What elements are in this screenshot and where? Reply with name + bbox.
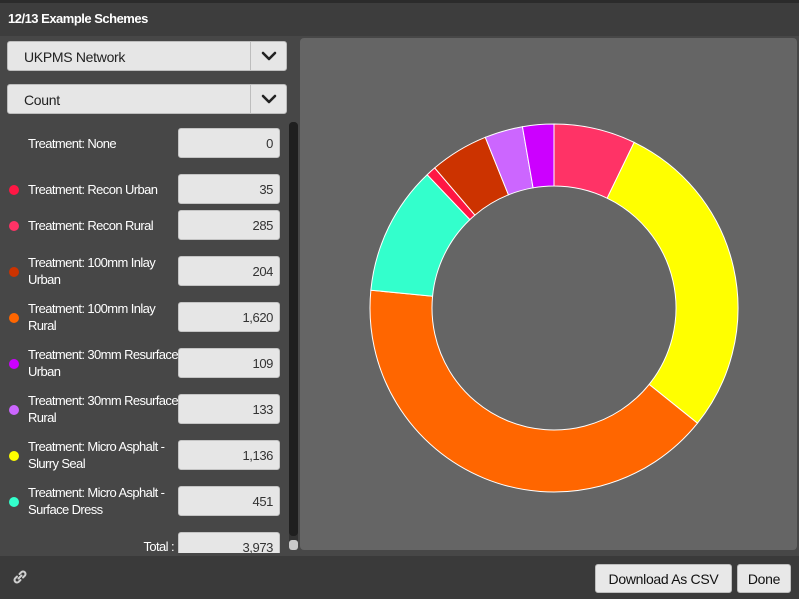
legend-row: Treatment: Micro Asphalt - Slurry Seal 1… xyxy=(0,436,290,476)
link-icon[interactable] xyxy=(11,568,29,591)
measure-dropdown[interactable]: Count xyxy=(7,84,287,114)
scrollbar-handle[interactable] xyxy=(289,540,298,550)
total-value: 3,973 xyxy=(178,532,280,553)
legend-label: Treatment: 100mm Inlay Rural xyxy=(28,301,156,333)
legend-row: Treatment: Recon Urban 35 xyxy=(0,170,290,210)
download-csv-button[interactable]: Download As CSV xyxy=(595,564,732,593)
legend-scrollbar[interactable] xyxy=(289,122,298,550)
legend-row: Treatment: Recon Rural 285 xyxy=(0,206,290,246)
legend-row: Treatment: 100mm Inlay Urban 204 xyxy=(0,252,290,292)
legend-list: Treatment: None 0 Treatment: Recon Urban… xyxy=(0,123,300,553)
total-label: Total : xyxy=(143,539,175,553)
legend-label: Treatment: Recon Rural xyxy=(28,218,154,233)
legend-label: Treatment: 100mm Inlay Urban xyxy=(28,255,156,287)
legend-value: 204 xyxy=(178,256,280,286)
legend-value: 0 xyxy=(178,128,280,158)
total-row: Total : 3,973 xyxy=(0,528,290,553)
done-button[interactable]: Done xyxy=(737,564,791,593)
legend-swatch xyxy=(9,185,19,195)
legend-value: 1,620 xyxy=(178,302,280,332)
legend-label: Treatment: Recon Urban xyxy=(28,182,158,197)
legend-row: Treatment: Micro Asphalt - Surface Dress… xyxy=(0,482,290,522)
network-dropdown-value: UKPMS Network xyxy=(24,49,126,65)
legend-swatch xyxy=(9,497,19,507)
legend-swatch xyxy=(9,359,19,369)
legend-value: 109 xyxy=(178,348,280,378)
donut-chart xyxy=(369,123,739,493)
legend-swatch xyxy=(9,313,19,323)
legend-swatch xyxy=(9,451,19,461)
network-dropdown[interactable]: UKPMS Network xyxy=(7,41,287,71)
legend-row: Treatment: 30mm Resurface Urban 109 xyxy=(0,344,290,384)
legend-row: Treatment: 30mm Resurface Rural 133 xyxy=(0,390,290,430)
chart-panel xyxy=(300,38,797,550)
window-title: 12/13 Example Schemes xyxy=(8,11,148,26)
footer-bar: Download As CSV Done xyxy=(0,556,799,599)
legend-label: Treatment: 30mm Resurface Rural xyxy=(28,393,179,425)
legend-label: Treatment: Micro Asphalt - Surface Dress xyxy=(28,485,165,517)
legend-value: 35 xyxy=(178,174,280,204)
scrollbar-thumb[interactable] xyxy=(289,122,298,536)
legend-swatch xyxy=(9,267,19,277)
title-bar: 12/13 Example Schemes xyxy=(0,0,799,36)
dialog-body: UKPMS Network Count Treatment: None 0 Tr… xyxy=(0,36,799,556)
donut-slice[interactable] xyxy=(369,289,699,493)
legend-value: 133 xyxy=(178,394,280,424)
donut-slice[interactable] xyxy=(606,141,739,424)
legend-label: Treatment: Micro Asphalt - Slurry Seal xyxy=(28,439,165,471)
chevron-down-icon[interactable] xyxy=(250,85,286,113)
legend-swatch xyxy=(9,405,19,415)
chevron-down-icon[interactable] xyxy=(250,42,286,70)
legend-label: Treatment: None xyxy=(28,136,117,151)
legend-swatch xyxy=(9,221,19,231)
legend-value: 451 xyxy=(178,486,280,516)
measure-dropdown-value: Count xyxy=(24,92,60,108)
legend-row: Treatment: None 0 xyxy=(0,124,290,164)
legend-value: 1,136 xyxy=(178,440,280,470)
legend-label: Treatment: 30mm Resurface Urban xyxy=(28,347,179,379)
legend-row: Treatment: 100mm Inlay Rural 1,620 xyxy=(0,298,290,338)
legend-value: 285 xyxy=(178,210,280,240)
